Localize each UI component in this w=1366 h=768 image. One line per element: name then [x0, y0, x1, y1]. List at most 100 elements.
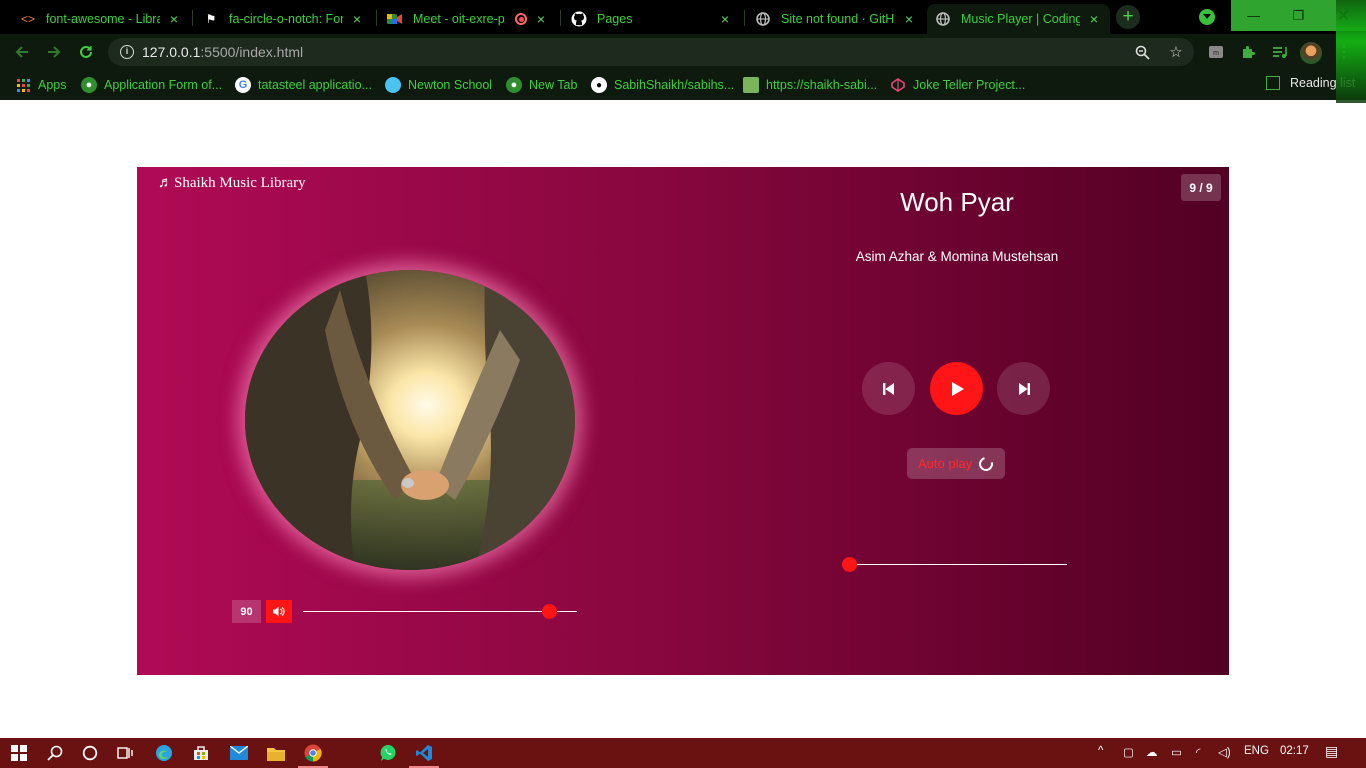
windows-icon: [11, 745, 27, 761]
chrome-icon[interactable]: [302, 742, 324, 764]
tab-pages[interactable]: Pages ×: [563, 4, 741, 34]
media-control-icon[interactable]: [1269, 42, 1291, 62]
language-indicator[interactable]: ENG: [1244, 745, 1269, 757]
start-button[interactable]: [8, 742, 30, 764]
store-icon[interactable]: [190, 742, 212, 764]
album-art-image: [245, 270, 575, 570]
minimize-button[interactable]: —: [1231, 0, 1276, 31]
bookmark-label: New Tab: [529, 78, 578, 92]
onedrive-icon[interactable]: ☁: [1146, 745, 1158, 759]
globe-icon: [755, 11, 771, 27]
tab-font-awesome[interactable]: <> font-awesome - Librar ×: [12, 4, 190, 34]
tab-title: Music Player | Coding: [961, 12, 1080, 26]
seek-slider[interactable]: [842, 557, 1067, 572]
volume-value: 90: [232, 600, 261, 623]
bookmark-apps[interactable]: Apps: [15, 76, 67, 94]
bookmark-newton-school[interactable]: Newton School: [385, 76, 492, 94]
bookmark-star-icon[interactable]: ☆: [1166, 42, 1186, 62]
address-bar[interactable]: i 127.0.0.1:5500/index.html ☆: [108, 38, 1194, 66]
extension-icon[interactable]: m: [1205, 42, 1227, 62]
clock[interactable]: 02:17: [1280, 745, 1309, 757]
tab-divider: [560, 10, 561, 26]
close-tab-icon[interactable]: ×: [1086, 11, 1102, 27]
speaker-icon[interactable]: ◁): [1218, 745, 1231, 759]
close-tab-icon[interactable]: ×: [349, 11, 365, 27]
meet-now-icon[interactable]: ▢: [1123, 745, 1134, 759]
tab-title: Site not found · GitHub: [781, 12, 895, 26]
volume-thumb[interactable]: [542, 604, 558, 619]
tab-music-player[interactable]: Music Player | Coding ×: [927, 4, 1110, 34]
play-button[interactable]: [930, 362, 983, 415]
bookmark-joke-teller[interactable]: Joke Teller Project...: [890, 76, 1025, 94]
close-tab-icon[interactable]: ×: [717, 11, 733, 27]
mute-button[interactable]: [266, 600, 292, 623]
url-host: 127.0.0.1: [142, 44, 201, 60]
library-title-text: Shaikh Music Library: [174, 175, 306, 191]
whatsapp-icon[interactable]: [377, 742, 399, 764]
extensions-puzzle-icon[interactable]: [1237, 42, 1259, 62]
bookmark-shaikh-site[interactable]: https://shaikh-sabi...: [743, 76, 877, 94]
restore-button[interactable]: ❐: [1276, 0, 1321, 31]
google-icon: G: [235, 77, 251, 93]
cortana-icon[interactable]: [79, 742, 101, 764]
url-text: 127.0.0.1:5500/index.html: [142, 44, 303, 60]
zoom-icon[interactable]: [1132, 42, 1152, 62]
close-tab-icon[interactable]: ×: [901, 11, 917, 27]
profile-avatar[interactable]: [1300, 42, 1322, 64]
notifications-icon[interactable]: ▤: [1325, 743, 1338, 760]
back-button[interactable]: [10, 40, 34, 64]
seek-thumb[interactable]: [842, 557, 857, 572]
site-info-icon[interactable]: i: [120, 45, 134, 59]
show-hidden-icons[interactable]: ^: [1098, 745, 1103, 757]
bookmark-application-form[interactable]: ● Application Form of...: [81, 76, 222, 94]
bookmark-tatasteel[interactable]: G tatasteel applicatio...: [235, 76, 372, 94]
tab-meet[interactable]: Meet - oit-exre-p ×: [379, 4, 557, 34]
bookmark-github-repo[interactable]: ● SabihShaikh/sabihs...: [591, 76, 734, 94]
svg-text:m: m: [1213, 50, 1219, 57]
browser-toolbar: i 127.0.0.1:5500/index.html ☆ m: [0, 34, 1366, 70]
bookmark-label: Joke Teller Project...: [913, 78, 1026, 92]
tab-divider: [744, 10, 745, 26]
wifi-icon[interactable]: ◜: [1196, 745, 1200, 759]
previous-track-button[interactable]: [862, 362, 915, 415]
new-tab-button[interactable]: +: [1116, 5, 1140, 29]
play-icon: [951, 381, 964, 396]
arrow-right-icon: [48, 46, 61, 58]
globe-icon: ●: [506, 77, 522, 93]
music-note-icon: ♬: [158, 175, 173, 191]
bookmark-label: https://shaikh-sabi...: [766, 78, 878, 92]
edge-icon[interactable]: [153, 742, 175, 764]
next-track-button[interactable]: [997, 362, 1050, 415]
vscode-icon[interactable]: [413, 742, 435, 764]
tab-search-icon[interactable]: [1199, 9, 1215, 25]
github-icon: [571, 11, 587, 27]
battery-icon[interactable]: ▭: [1171, 745, 1182, 759]
close-tab-icon[interactable]: ×: [533, 11, 549, 27]
tab-site-not-found[interactable]: Site not found · GitHub ×: [747, 4, 925, 34]
recording-icon: [515, 13, 527, 25]
circle-notch-icon: [976, 453, 996, 474]
search-icon[interactable]: [44, 742, 66, 764]
autoplay-button[interactable]: Auto play: [907, 448, 1005, 479]
forward-button[interactable]: [42, 40, 66, 64]
album-art: [245, 270, 575, 570]
close-tab-icon[interactable]: ×: [166, 11, 182, 27]
tab-fa-circle-o-notch[interactable]: ⚑ fa-circle-o-notch: Font ×: [195, 4, 373, 34]
song-artist: Asim Azhar & Momina Mustehsan: [855, 249, 1059, 264]
tab-divider: [192, 10, 193, 26]
page-content: ♬Shaikh Music Library 9 / 9 Woh Pyar Asi…: [0, 103, 1366, 738]
reload-button[interactable]: [74, 40, 98, 64]
task-view-icon[interactable]: [114, 742, 136, 764]
mail-icon[interactable]: [228, 742, 250, 764]
bookmark-new-tab[interactable]: ● New Tab: [506, 76, 577, 94]
autoplay-label: Auto play: [918, 456, 973, 471]
bookmark-label: Newton School: [408, 78, 493, 92]
volume-slider[interactable]: [303, 604, 577, 619]
reading-list-icon: [1266, 76, 1280, 90]
bookmarks-bar: Apps ● Application Form of... G tatastee…: [0, 70, 1366, 100]
tab-title: fa-circle-o-notch: Font: [229, 12, 343, 26]
arrow-left-icon: [15, 46, 28, 58]
windows-taskbar: ^ ▢ ☁ ▭ ◜ ◁) ENG 02:17 ▤: [0, 738, 1366, 768]
apps-grid-icon: [15, 77, 31, 93]
file-explorer-icon[interactable]: [265, 742, 287, 764]
